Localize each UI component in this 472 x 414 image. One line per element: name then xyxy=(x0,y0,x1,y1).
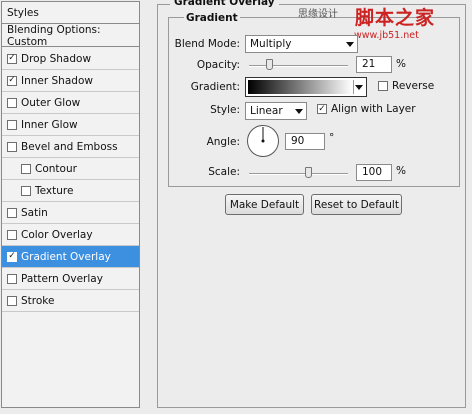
reset-to-default-label: Reset to Default xyxy=(314,198,399,211)
style-item-checkbox[interactable] xyxy=(21,185,31,196)
blend-mode-select[interactable]: Multiply xyxy=(245,35,358,53)
section-title: Gradient Overlay xyxy=(170,0,279,8)
scale-slider-track[interactable] xyxy=(249,173,348,175)
opacity-slider-track[interactable] xyxy=(249,65,348,67)
style-item-label: Gradient Overlay xyxy=(21,250,111,263)
styles-header[interactable]: Styles xyxy=(2,2,139,24)
opacity-label: Opacity: xyxy=(196,59,240,71)
gradient-picker[interactable] xyxy=(245,77,367,97)
blend-mode-value: Multiply xyxy=(250,38,292,50)
style-item-checkbox[interactable] xyxy=(7,273,17,284)
style-item-label: Bevel and Emboss xyxy=(21,140,118,153)
style-item-label: Outer Glow xyxy=(21,96,81,109)
reverse-label: Reverse xyxy=(392,80,435,92)
opacity-input[interactable]: 21 xyxy=(356,56,392,73)
angle-unit: ° xyxy=(329,132,335,144)
style-item[interactable]: Bevel and Emboss xyxy=(2,136,139,158)
style-item-checkbox[interactable] xyxy=(7,53,17,64)
style-item-checkbox[interactable] xyxy=(7,251,17,262)
group-title: Gradient xyxy=(184,12,240,24)
style-item[interactable]: Pattern Overlay xyxy=(2,268,139,290)
gradient-preview[interactable] xyxy=(248,80,352,94)
style-item[interactable]: Drop Shadow xyxy=(2,48,139,70)
reset-to-default-button[interactable]: Reset to Default xyxy=(311,194,402,215)
style-item-label: Drop Shadow xyxy=(21,52,92,65)
style-item-label: Pattern Overlay xyxy=(21,272,103,285)
style-item-label: Satin xyxy=(21,206,48,219)
style-item-checkbox[interactable] xyxy=(7,119,17,130)
watermark-cn-text: 思缘设计 xyxy=(298,9,338,20)
style-item[interactable]: Texture xyxy=(2,180,139,202)
align-with-layer-label: Align with Layer xyxy=(331,103,416,115)
opacity-slider-thumb[interactable] xyxy=(266,59,273,70)
style-select[interactable]: Linear xyxy=(245,102,307,120)
watermark-url: www.jb51.net xyxy=(354,30,419,41)
style-item-checkbox[interactable] xyxy=(7,229,17,240)
scale-input[interactable]: 100 xyxy=(356,164,392,181)
style-item[interactable]: Contour xyxy=(2,158,139,180)
make-default-button[interactable]: Make Default xyxy=(225,194,304,215)
style-item-checkbox[interactable] xyxy=(7,207,17,218)
style-item-checkbox[interactable] xyxy=(7,75,17,86)
align-with-layer-checkbox[interactable] xyxy=(317,104,327,114)
chevron-down-icon xyxy=(295,109,303,114)
style-item[interactable]: Inner Shadow xyxy=(2,70,139,92)
reverse-checkbox[interactable] xyxy=(378,81,388,91)
styles-header-label: Styles xyxy=(7,6,39,19)
style-item-label: Contour xyxy=(35,162,77,175)
angle-label: Angle: xyxy=(206,136,240,148)
style-label: Style: xyxy=(210,104,240,116)
blend-mode-label: Blend Mode: xyxy=(174,38,240,50)
style-item[interactable]: Inner Glow xyxy=(2,114,139,136)
scale-unit: % xyxy=(396,165,406,177)
style-item-checkbox[interactable] xyxy=(7,97,17,108)
style-item-label: Inner Glow xyxy=(21,118,78,131)
angle-input[interactable]: 90 xyxy=(285,133,325,150)
style-item-checkbox[interactable] xyxy=(7,141,17,152)
style-item-label: Inner Shadow xyxy=(21,74,93,87)
style-item-checkbox[interactable] xyxy=(21,163,31,174)
style-item[interactable]: Color Overlay xyxy=(2,224,139,246)
style-item[interactable]: Gradient Overlay xyxy=(2,246,139,268)
style-item-checkbox[interactable] xyxy=(7,295,17,306)
watermark: 思缘设计 脚本之家 www.jb51.net xyxy=(298,5,470,41)
style-item-label: Stroke xyxy=(21,294,55,307)
chevron-down-icon xyxy=(346,42,354,47)
make-default-label: Make Default xyxy=(229,198,300,211)
opacity-unit: % xyxy=(396,58,406,70)
style-value: Linear xyxy=(250,105,283,117)
styles-panel: Styles Blending Options: Custom Drop Sha… xyxy=(1,1,140,408)
chevron-down-icon xyxy=(355,85,363,90)
style-item-label: Color Overlay xyxy=(21,228,93,241)
style-item-label: Texture xyxy=(35,184,74,197)
blending-options-label: Blending Options: Custom xyxy=(7,23,101,48)
gradient-label: Gradient: xyxy=(190,81,240,93)
blending-options-item[interactable]: Blending Options: Custom xyxy=(2,23,139,48)
style-item[interactable]: Outer Glow xyxy=(2,92,139,114)
style-item[interactable]: Stroke xyxy=(2,290,139,312)
style-item[interactable]: Satin xyxy=(2,202,139,224)
angle-dial[interactable] xyxy=(246,124,280,158)
scale-slider-thumb[interactable] xyxy=(305,167,312,178)
scale-label: Scale: xyxy=(208,166,240,178)
gradient-dropdown[interactable] xyxy=(353,80,364,94)
watermark-logo-text: 脚本之家 xyxy=(355,7,436,29)
